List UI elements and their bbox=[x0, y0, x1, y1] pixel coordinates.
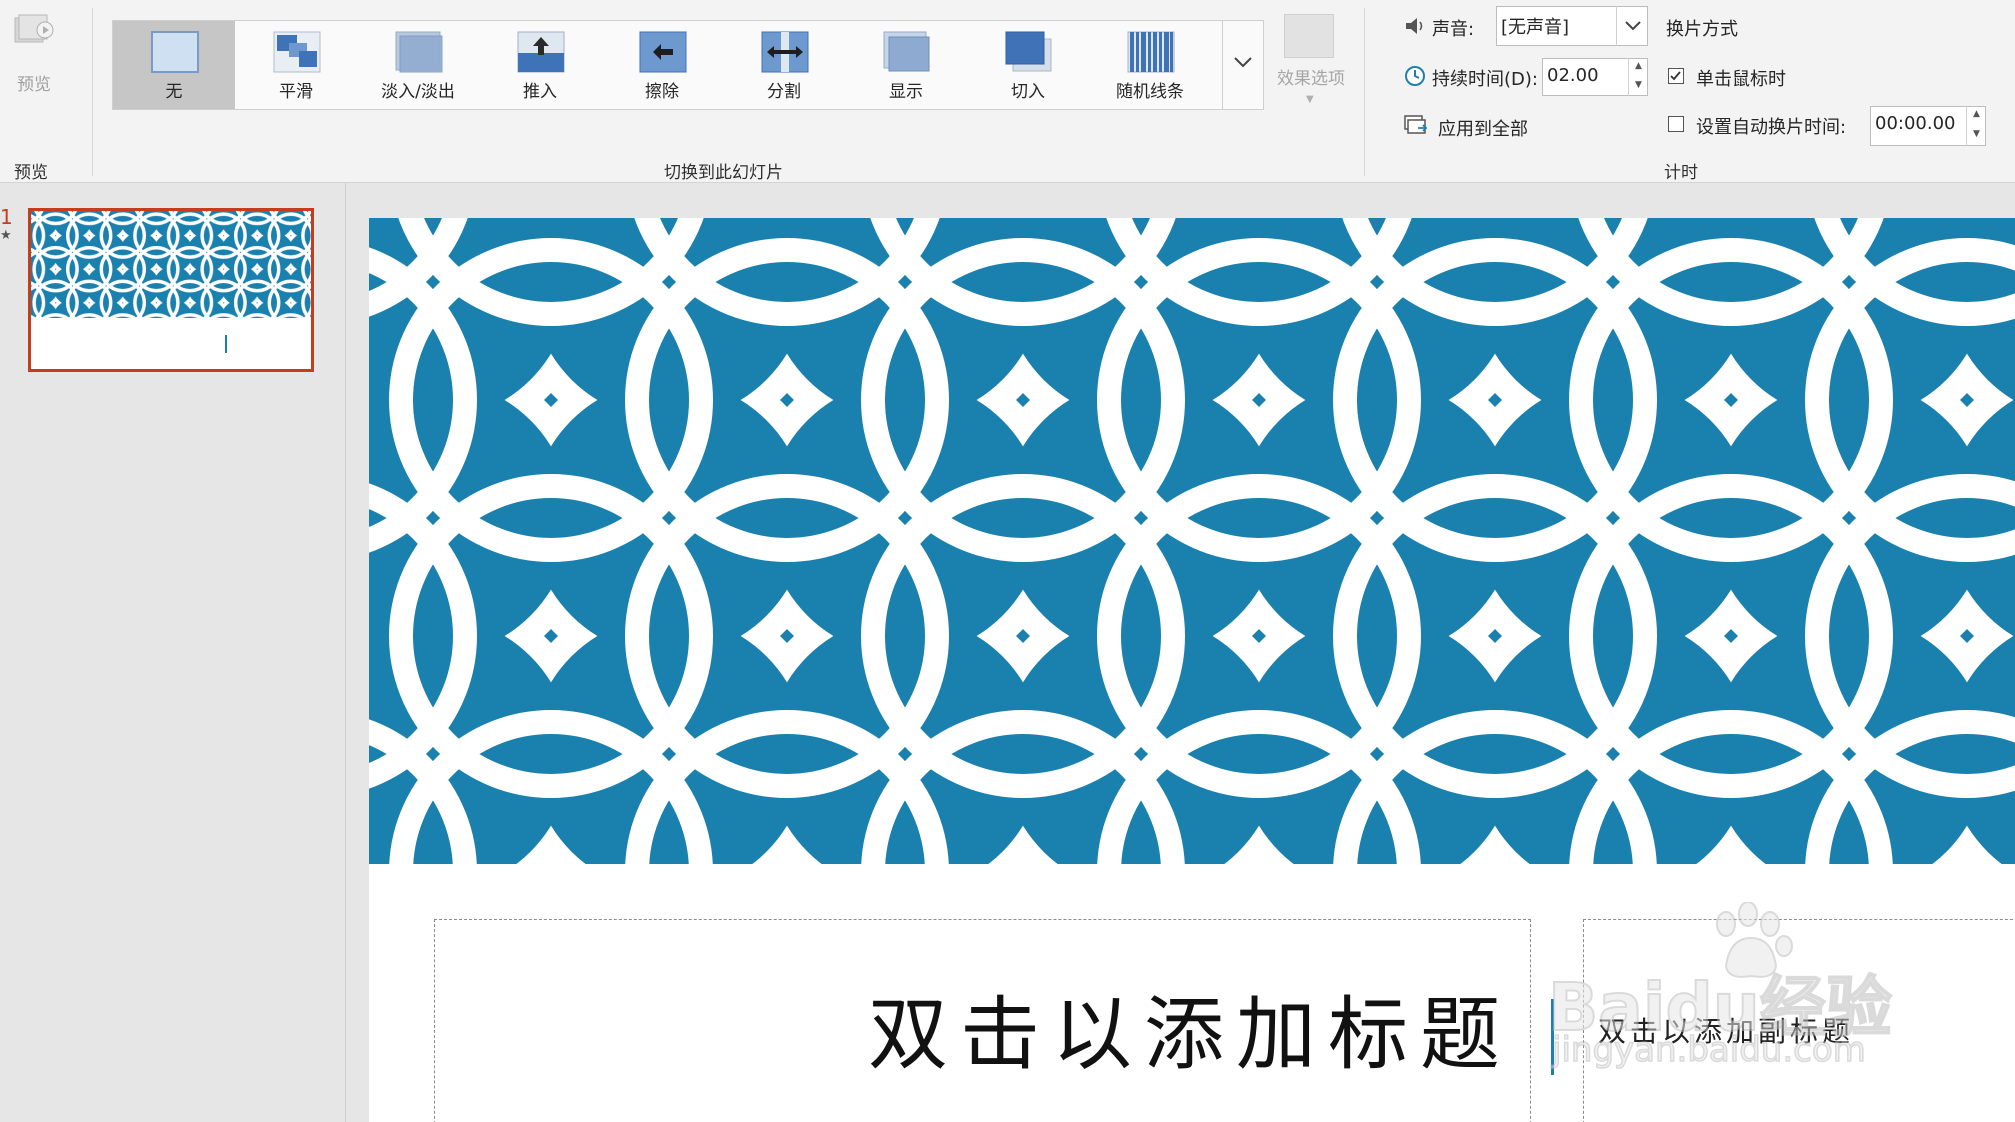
transition-none[interactable]: 无 bbox=[113, 21, 235, 109]
title-placeholder[interactable]: 双击以添加标题 bbox=[434, 919, 1531, 1122]
chevron-down-icon bbox=[1625, 21, 1641, 31]
transition-label: 随机线条 bbox=[1116, 82, 1184, 102]
push-transition-icon bbox=[517, 31, 565, 73]
on-click-checkbox[interactable] bbox=[1668, 68, 1684, 84]
effect-options-button[interactable]: 效果选项 ▼ bbox=[1266, 10, 1356, 110]
chevron-down-icon bbox=[1234, 57, 1252, 68]
timing-group-label: 计时 bbox=[1664, 163, 1698, 183]
slide-thumbnail[interactable] bbox=[28, 208, 314, 372]
cut-transition-icon bbox=[1005, 31, 1052, 72]
auto-advance-time-value: 00:00.00 bbox=[1875, 113, 1956, 134]
duration-value: 02.00 bbox=[1547, 65, 1599, 86]
apply-to-all-icon bbox=[1404, 115, 1428, 134]
spin-up-icon[interactable]: ▲ bbox=[1967, 106, 1986, 126]
spin-down-icon[interactable]: ▼ bbox=[1967, 126, 1986, 146]
caret-down-icon: ▼ bbox=[1306, 94, 1314, 105]
transition-random-bars[interactable]: 随机线条 bbox=[1089, 21, 1211, 109]
checkmark-icon bbox=[1670, 71, 1681, 81]
morph-transition-icon bbox=[273, 31, 321, 73]
spin-down-icon[interactable]: ▼ bbox=[1629, 77, 1648, 96]
transition-cut[interactable]: 切入 bbox=[967, 21, 1089, 109]
slide-canvas[interactable]: 双击以添加标题 双击以添加副标题 bbox=[369, 218, 2015, 1122]
sound-value: [无声音] bbox=[1501, 17, 1570, 38]
transition-split[interactable]: 分割 bbox=[723, 21, 845, 109]
transition-label: 无 bbox=[165, 82, 183, 102]
transition-label: 切入 bbox=[1011, 82, 1045, 102]
title-placeholder-text: 双击以添加标题 bbox=[868, 988, 1512, 1081]
preview-button-label: 预览 bbox=[17, 75, 51, 95]
transition-reveal[interactable]: 显示 bbox=[845, 21, 967, 109]
transition-fade[interactable]: 淡入/淡出 bbox=[357, 21, 479, 109]
transition-label: 分割 bbox=[767, 82, 801, 102]
reveal-transition-icon bbox=[883, 31, 930, 72]
advance-slide-header: 换片方式 bbox=[1666, 19, 1738, 40]
preview-group-label: 预览 bbox=[14, 163, 48, 183]
transitions-group-label: 切换到此幻灯片 bbox=[664, 163, 783, 183]
transition-label: 平滑 bbox=[279, 82, 313, 102]
duration-spinner[interactable]: ▲ ▼ bbox=[1628, 58, 1648, 96]
none-transition-icon bbox=[151, 31, 199, 73]
on-click-label: 单击鼠标时 bbox=[1696, 69, 1786, 90]
subtitle-placeholder-text: 双击以添加副标题 bbox=[1598, 1015, 1855, 1048]
text-cursor bbox=[1551, 999, 1554, 1075]
speaker-icon bbox=[1406, 18, 1423, 34]
transition-label: 擦除 bbox=[645, 82, 679, 102]
preview-button[interactable]: 预览 bbox=[6, 6, 62, 96]
auto-advance-checkbox[interactable] bbox=[1668, 116, 1684, 132]
transition-label: 推入 bbox=[523, 82, 557, 102]
effect-options-label: 效果选项 bbox=[1277, 69, 1345, 89]
random-bars-transition-icon bbox=[1127, 31, 1175, 73]
sound-dropdown-toggle[interactable] bbox=[1616, 6, 1649, 46]
group-separator bbox=[92, 8, 93, 176]
apply-to-all-button[interactable]: 应用到全部 bbox=[1438, 115, 1528, 141]
thumbnail-text-cursor bbox=[225, 335, 227, 353]
effect-options-icon bbox=[1284, 14, 1334, 58]
spin-up-icon[interactable]: ▲ bbox=[1629, 58, 1648, 77]
clock-icon bbox=[1405, 66, 1425, 86]
transition-push[interactable]: 推入 bbox=[479, 21, 601, 109]
thumbnail-ring-pattern bbox=[31, 211, 311, 318]
auto-advance-spinner[interactable]: ▲ ▼ bbox=[1966, 106, 1986, 146]
fade-transition-icon bbox=[395, 31, 443, 73]
subtitle-placeholder[interactable]: 双击以添加副标题 bbox=[1583, 919, 2015, 1122]
ribbon: 预览 预览 无 平滑 淡入/淡出 推入 擦除 分割 显示 切入 随机线条 效果选… bbox=[0, 0, 2015, 183]
group-separator bbox=[1364, 8, 1365, 176]
transition-label: 淡入/淡出 bbox=[381, 82, 455, 102]
split-transition-icon bbox=[761, 31, 809, 73]
auto-advance-label: 设置自动换片时间: bbox=[1696, 117, 1847, 138]
transition-wipe[interactable]: 擦除 bbox=[601, 21, 723, 109]
gallery-more-button[interactable] bbox=[1222, 20, 1264, 110]
duration-label: 持续时间(D): bbox=[1432, 69, 1538, 90]
slide-ring-pattern bbox=[369, 218, 2015, 864]
wipe-transition-icon bbox=[639, 31, 687, 73]
transition-label: 显示 bbox=[889, 82, 923, 102]
slide-number: 1 bbox=[0, 205, 13, 229]
preview-icon bbox=[14, 14, 54, 43]
sound-label: 声音: bbox=[1432, 19, 1475, 40]
animation-star-icon: ★ bbox=[0, 228, 12, 243]
transition-morph[interactable]: 平滑 bbox=[235, 21, 357, 109]
transition-gallery: 无 平滑 淡入/淡出 推入 擦除 分割 显示 切入 随机线条 bbox=[112, 20, 1264, 110]
